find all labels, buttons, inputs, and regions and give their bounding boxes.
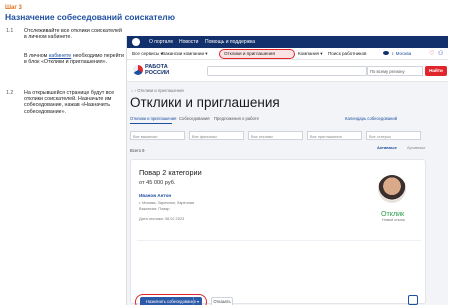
region-select[interactable]: По всему региону	[367, 66, 423, 76]
tabs: Отклики и приглашения Собеседования Пред…	[127, 114, 448, 124]
calendar-link[interactable]: Календарь собеседований	[345, 116, 397, 121]
nav-about[interactable]: О портале	[149, 39, 173, 45]
instruction-text: Отслеживайте все отклики соискателей в л…	[24, 28, 122, 41]
instruction-prefix: В личном	[24, 53, 48, 59]
status-subtitle: Новый отклик	[382, 218, 405, 222]
segment-active[interactable]: Активные	[377, 145, 397, 150]
response-date: Дата отклика: 08.02.2023	[139, 216, 185, 221]
profile-icon[interactable]: ⚇	[438, 50, 443, 57]
candidate-vacancy: Вакансия: Повар	[139, 206, 170, 211]
favorites-icon[interactable]: ♡	[429, 50, 434, 57]
chevron-down-icon[interactable]: ▾	[193, 297, 202, 305]
segment-archive[interactable]: Архивные	[407, 145, 426, 150]
avatar	[378, 175, 406, 203]
filter-statuses[interactable]: Все статусы	[366, 131, 421, 140]
reject-button[interactable]: Отказать	[211, 297, 233, 305]
search-input[interactable]	[207, 66, 367, 76]
instruction-text: На открывшейся странице будут все отклик…	[24, 90, 115, 115]
filter-invitations[interactable]: Все приглашения	[307, 131, 362, 140]
brand-logo-icon	[133, 65, 143, 75]
candidate-name[interactable]: Иванов Антон	[139, 193, 171, 198]
job-title[interactable]: Повар 2 категории	[139, 168, 202, 177]
menu-company[interactable]: Компания ▾	[298, 51, 323, 57]
page-heading: Назначение собеседований соискателю	[5, 12, 175, 22]
filter-vacancies[interactable]: Все вакансии	[130, 131, 185, 140]
filter-branches[interactable]: Все филиалы	[189, 131, 244, 140]
search-row: РАБОТА РОССИИ По всему региону Найти	[127, 60, 448, 82]
menu-responses[interactable]: Отклики и приглашения	[224, 51, 275, 56]
tab-responses[interactable]: Отклики и приглашения	[130, 116, 176, 121]
menu-all-services[interactable]: Все сервисы ▾	[132, 51, 163, 57]
cabinet-link[interactable]: кабинете	[49, 53, 71, 59]
menu-find-workers[interactable]: Поиск работников	[328, 51, 366, 56]
chat-icon[interactable]	[408, 295, 418, 305]
accessibility-icon[interactable]	[383, 51, 389, 55]
site-screenshot: О портале Новости Помощь и поддержка Все…	[126, 36, 448, 305]
emblem-icon	[132, 38, 140, 46]
salary: от 45 000 руб.	[139, 180, 176, 186]
instruction-number: 1.2	[6, 90, 14, 96]
page-title: Отклики и приглашения	[130, 95, 280, 110]
filter-responses[interactable]: Все отклики	[248, 131, 303, 140]
nav-help[interactable]: Помощь и поддержка	[205, 39, 255, 45]
candidate-address: г. Москва, Заречная, Заречная	[139, 200, 195, 205]
response-card: Повар 2 категории от 45 000 руб. Иванов …	[130, 159, 426, 305]
city-selector[interactable]: г. Москва	[392, 51, 411, 56]
site-menu: Все сервисы ▾ Вакансии компании ▾ Отклик…	[127, 48, 448, 60]
instruction-number: 1.1	[6, 28, 14, 34]
menu-vacancies[interactable]: Вакансии компании ▾	[162, 51, 208, 57]
brand-name: РАБОТА РОССИИ	[145, 64, 170, 76]
instruction-text: В личном кабинете необходимо перейти в б…	[24, 53, 124, 65]
find-button[interactable]: Найти	[425, 66, 447, 76]
status-badge: Отклик	[381, 210, 405, 218]
nav-news[interactable]: Новости	[179, 39, 198, 45]
active-tab-indicator	[130, 123, 172, 124]
step-label: Шаг 3	[5, 5, 22, 11]
tab-interviews[interactable]: Собеседования	[179, 116, 210, 121]
total-count: Всего 9	[130, 148, 145, 153]
site-topbar: О портале Новости Помощь и поддержка	[127, 36, 448, 48]
tab-offers[interactable]: Предложения о работе	[214, 116, 259, 121]
card-divider	[137, 240, 421, 241]
breadcrumb[interactable]: ⌂ › Отклики и приглашения	[131, 88, 184, 93]
